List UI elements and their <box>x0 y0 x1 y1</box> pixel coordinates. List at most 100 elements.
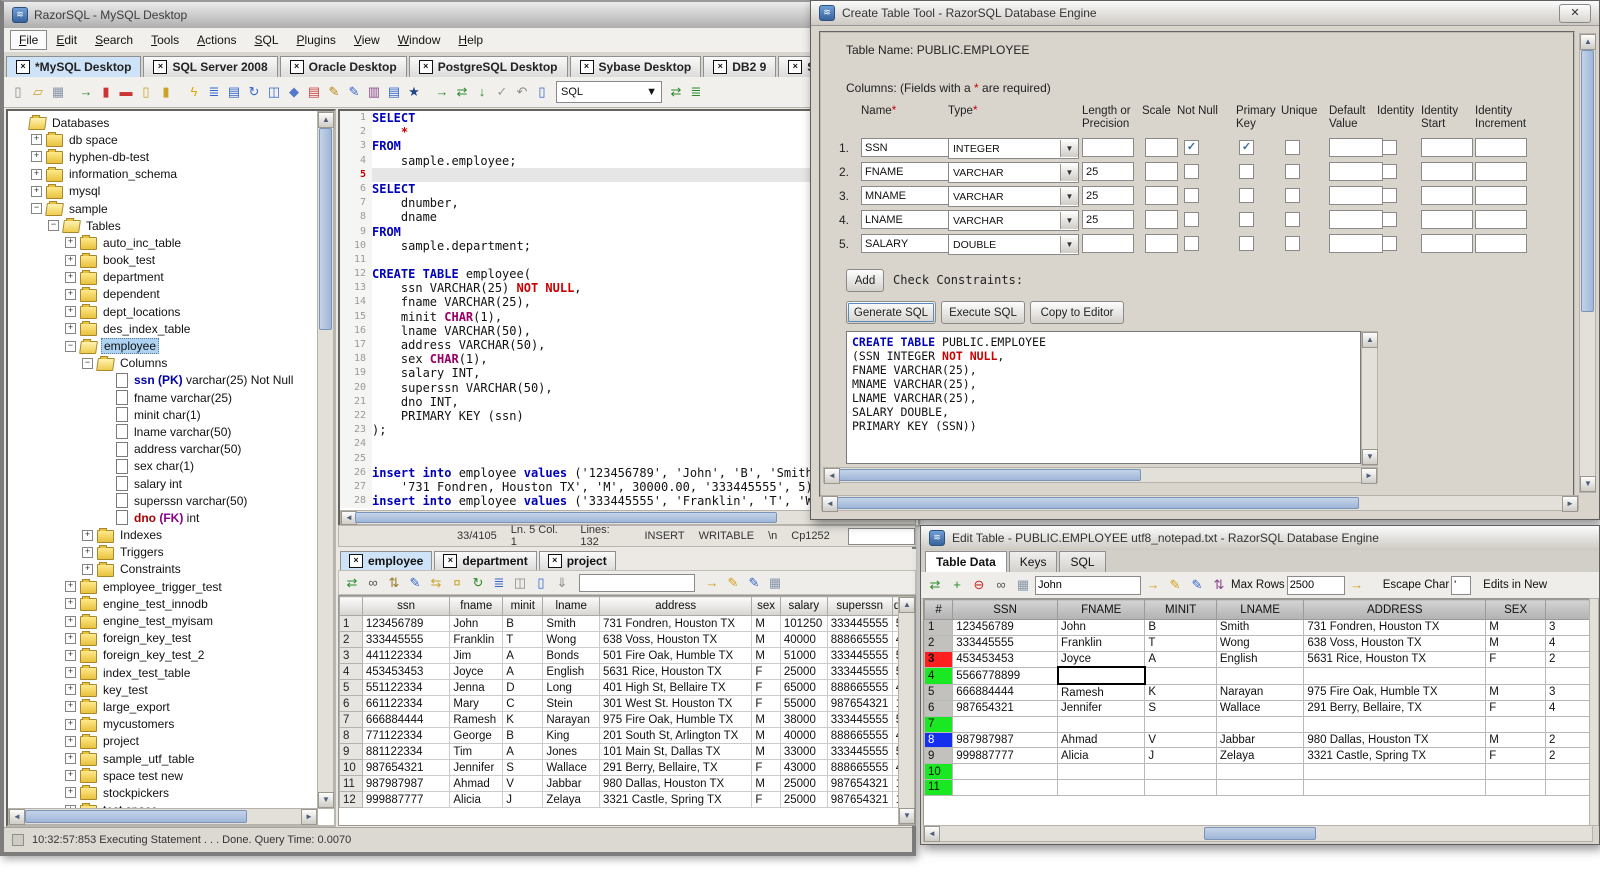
search-go-icon[interactable]: → <box>1143 575 1163 595</box>
unique-checkbox[interactable] <box>1285 164 1300 179</box>
refresh-sql-icon[interactable]: ↻ <box>244 82 264 102</box>
scale-field[interactable] <box>1145 234 1178 253</box>
cell[interactable]: 980 Dallas, Houston TX <box>598 775 753 792</box>
table-data-icon[interactable]: ▤ <box>304 82 324 102</box>
expand-icon[interactable]: + <box>65 581 76 593</box>
highlight-icon[interactable]: ✎ <box>1165 575 1185 595</box>
favorites-star-icon[interactable]: ★ <box>404 82 424 102</box>
cell[interactable]: 987654321 <box>952 699 1058 717</box>
go-filter-icon[interactable]: → <box>702 573 722 593</box>
tree-item[interactable]: address varchar(50) <box>8 441 318 458</box>
cell[interactable]: K <box>1144 683 1217 701</box>
type-select[interactable]: DOUBLE ▼ <box>948 234 1079 255</box>
column-header-superssn[interactable]: superssn <box>826 596 893 616</box>
cell[interactable]: 201 South St, Arlington TX <box>598 727 753 744</box>
cell[interactable] <box>1303 715 1487 733</box>
view-data-icon[interactable]: ∞ <box>991 575 1011 595</box>
tree-item[interactable]: + db space <box>8 131 318 148</box>
cell[interactable]: 638 Voss, Houston TX <box>598 631 753 648</box>
cell[interactable]: S <box>1144 699 1217 717</box>
tree-vscroll-thumb[interactable] <box>319 128 332 330</box>
tab-table-data[interactable]: Table Data <box>925 551 1007 573</box>
result-tab-department[interactable]: × department <box>434 551 537 570</box>
reload-icon[interactable]: ↻ <box>468 573 488 593</box>
expand-icon[interactable]: + <box>65 735 76 747</box>
close-tab-icon[interactable]: × <box>788 60 803 74</box>
cell[interactable] <box>1056 763 1146 780</box>
close-tab-icon[interactable]: × <box>16 60 30 74</box>
edit-table-row[interactable]: 8 987987987 Ahmad V Jabbar 980 Dallas, Housto… <box>924 731 1592 749</box>
name-field[interactable]: MNAME <box>861 186 952 205</box>
cell[interactable]: English <box>542 663 600 680</box>
cell[interactable]: M <box>1485 683 1547 701</box>
close-tab-icon[interactable]: × <box>418 60 433 74</box>
cell[interactable]: Jabbar <box>1215 731 1305 749</box>
identity-increment-field[interactable] <box>1475 186 1527 205</box>
cell[interactable]: 333445555 <box>826 711 893 728</box>
diamond-icon[interactable]: ◆ <box>284 82 304 102</box>
cell[interactable]: F <box>751 791 781 808</box>
connection-tab--mysql-desktop[interactable]: × *MySQL Desktop <box>6 56 142 77</box>
edit-hscrollbar[interactable]: ◄ <box>923 825 1593 842</box>
tree-item[interactable]: + employee_trigger_test <box>8 578 318 595</box>
tree-item[interactable]: + Triggers <box>8 544 318 561</box>
expand-icon[interactable]: + <box>31 151 42 163</box>
cell[interactable]: Joyce <box>1056 650 1146 668</box>
cell[interactable]: M <box>751 775 781 792</box>
cell[interactable] <box>1056 715 1146 733</box>
fetch-icon[interactable]: ↓ <box>472 82 492 102</box>
result-tab-employee[interactable]: × employee <box>340 551 433 570</box>
cell[interactable]: D <box>502 679 544 696</box>
sql-mode-selector[interactable]: SQL ▼ <box>556 81 662 103</box>
edit-column-header-partial[interactable] <box>1545 599 1592 620</box>
cell[interactable]: Wong <box>1215 634 1305 652</box>
cell[interactable]: 291 Berry, Bellaire, TX <box>1303 699 1487 717</box>
type-select[interactable]: VARCHAR ▼ <box>948 186 1079 207</box>
save-grid-icon[interactable]: ▦ <box>765 573 785 593</box>
cell[interactable]: Jones <box>542 743 600 760</box>
insert-row-icon[interactable]: ◫ <box>510 573 530 593</box>
column-header-ssn[interactable]: ssn <box>361 596 451 616</box>
scroll-left-icon[interactable]: ◄ <box>924 826 940 842</box>
identity-checkbox[interactable] <box>1382 140 1397 155</box>
cell[interactable]: F <box>751 759 781 776</box>
tree-item[interactable]: + dept_locations <box>8 303 318 320</box>
expand-icon[interactable]: + <box>65 787 76 799</box>
cell[interactable]: 980 Dallas, Houston TX <box>1303 731 1487 749</box>
tab-keys[interactable]: Keys <box>1008 551 1058 572</box>
expand-icon[interactable]: + <box>65 323 76 335</box>
cell[interactable]: Long <box>542 679 600 696</box>
tree-vscrollbar[interactable]: ▲ ▼ <box>317 111 334 809</box>
open-folder-icon[interactable]: ▱ <box>28 82 48 102</box>
alter-table-icon[interactable]: ▥ <box>364 82 384 102</box>
cell[interactable]: Ahmad <box>449 775 504 792</box>
cell[interactable]: A <box>502 663 544 680</box>
cell[interactable] <box>1545 778 1592 796</box>
refresh-results-icon[interactable]: ⇄ <box>342 573 362 593</box>
cell[interactable]: 999887777 <box>361 791 451 808</box>
cell[interactable]: Bonds <box>542 647 600 664</box>
expand-icon[interactable]: + <box>65 753 76 765</box>
cell[interactable]: S <box>502 759 544 776</box>
cell[interactable]: M <box>751 743 781 760</box>
cell[interactable]: 65000 <box>779 679 828 696</box>
cell[interactable]: V <box>502 775 544 792</box>
cell[interactable]: B <box>1144 619 1217 636</box>
tree-item[interactable]: − sample <box>8 200 318 217</box>
cell[interactable]: 453453453 <box>361 663 451 680</box>
menu-search[interactable]: Search <box>86 30 142 50</box>
cell[interactable]: Ramesh <box>1056 683 1146 701</box>
edit-table-row[interactable]: 11 <box>924 778 1592 796</box>
cell[interactable]: Joyce <box>449 663 504 680</box>
cell[interactable]: 5631 Rice, Houston TX <box>598 663 753 680</box>
cell[interactable]: Franklin <box>449 631 504 648</box>
default-value-field[interactable] <box>1329 210 1383 229</box>
cell[interactable]: J <box>1144 747 1217 765</box>
identity-start-field[interactable] <box>1421 162 1473 181</box>
tree-item[interactable]: + index_test_table <box>8 664 318 681</box>
menu-tools[interactable]: Tools <box>142 30 188 50</box>
expand-icon[interactable]: + <box>65 271 76 283</box>
expand-icon[interactable]: + <box>31 134 42 146</box>
chevron-down-icon[interactable]: ▼ <box>1060 188 1078 205</box>
length-field[interactable]: 25 <box>1082 210 1134 229</box>
